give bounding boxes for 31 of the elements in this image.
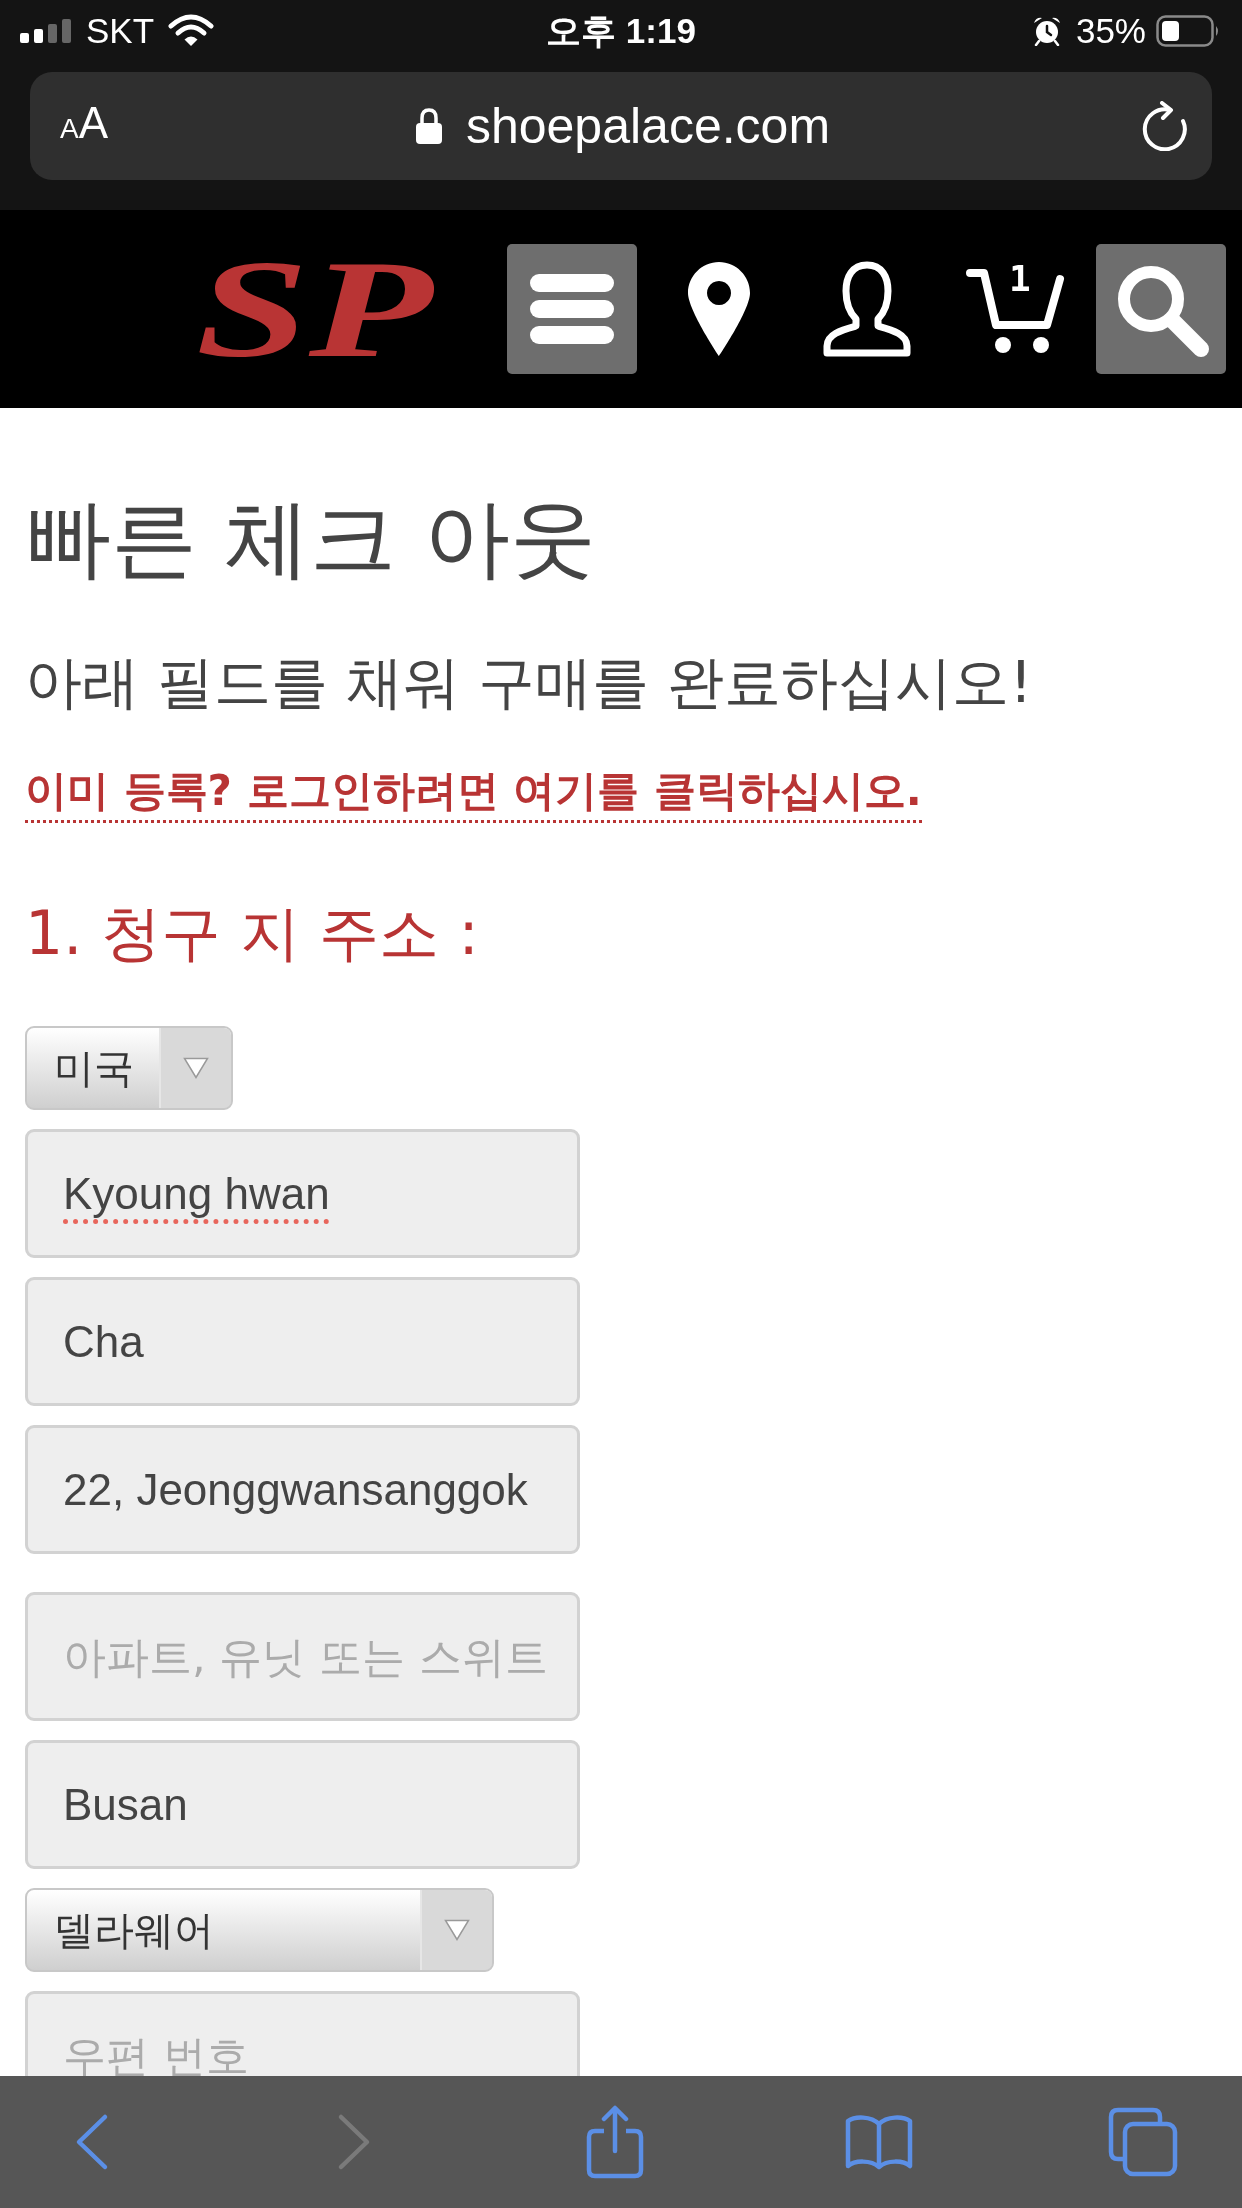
page-title: 빠른 체크 아웃	[25, 487, 596, 590]
input-field[interactable]: 22, Jeonggwansanggok	[25, 1425, 580, 1554]
section-heading: 1. 청구 지 주소 :	[25, 897, 479, 969]
reload-icon[interactable]	[1140, 101, 1188, 151]
caret-icon	[183, 1057, 209, 1079]
page-subtitle: 아래 필드를 채워 구매를 완료하십시오!	[25, 648, 1033, 717]
login-link[interactable]: 이미 등록? 로그인하려면 여기를 클릭하십시오.	[25, 764, 922, 823]
alarm-clock-icon	[1031, 16, 1062, 46]
carrier-name: SKT	[86, 11, 155, 51]
location-pin-icon[interactable]	[688, 262, 750, 356]
dropdown-select[interactable]: 델라웨어	[25, 1888, 494, 1972]
clock-time: 오후 1:19	[546, 11, 696, 51]
url-text: shoepalace.com	[465, 97, 831, 156]
input-field[interactable]: Kyoung hwan	[25, 1129, 580, 1258]
logo[interactable]: SP	[190, 256, 459, 362]
battery-icon	[1156, 15, 1220, 47]
caret-icon	[444, 1919, 470, 1941]
input-field[interactable]: Cha	[25, 1277, 580, 1406]
menu-button[interactable]	[507, 244, 637, 374]
wifi-icon	[168, 14, 215, 48]
text-size-button[interactable]: AA	[58, 98, 111, 154]
cart-button[interactable]: 1	[965, 263, 1065, 355]
menu-icon	[530, 274, 614, 344]
person-icon[interactable]	[822, 261, 912, 357]
input-field[interactable]: Busan	[25, 1740, 580, 1869]
search-button[interactable]	[1096, 244, 1226, 374]
signal-icon	[20, 19, 72, 43]
lock-icon	[415, 108, 442, 144]
dropdown-select[interactable]: 미국	[25, 1026, 233, 1110]
battery-percent: 35%	[1075, 11, 1146, 51]
address-bar[interactable]: AA shoepalace.com	[30, 72, 1212, 180]
